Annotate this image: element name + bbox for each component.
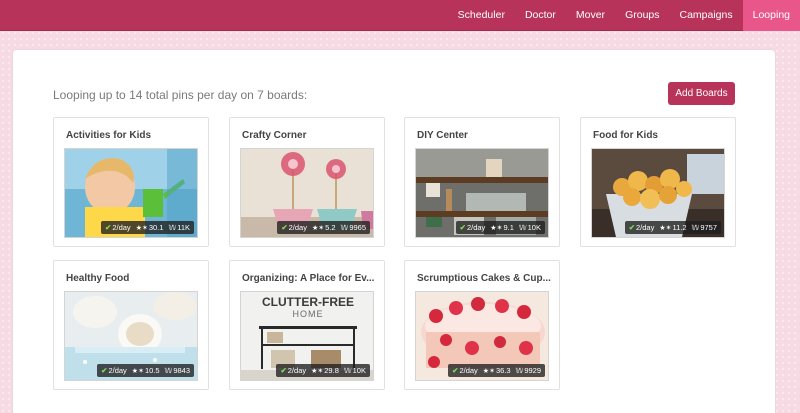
check-icon: ✔	[281, 223, 288, 232]
board-card-organizing[interactable]: Organizing: A Place for Ev... CLUTTER-FR…	[229, 260, 385, 390]
looping-panel: Looping up to 14 total pins per day on 7…	[13, 50, 775, 413]
board-thumbnail: ✔2/day ★✶5.2 𝕎9965	[240, 148, 374, 238]
image-subtitle-text: HOME	[293, 309, 324, 319]
follower-stat: 9757	[700, 222, 717, 232]
looping-summary: Looping up to 14 total pins per day on 7…	[53, 88, 308, 102]
board-thumbnail: CLUTTER-FREE HOME ✔2/day ★✶29.8 𝕎10K	[240, 291, 374, 381]
followers-icon: 𝕎	[340, 224, 349, 232]
pin-rate: 2/day	[112, 223, 131, 232]
followers-icon: 𝕎	[518, 224, 527, 232]
board-thumbnail: ✔2/day ★✶30.1 𝕎11K	[64, 148, 198, 238]
check-icon: ✔	[459, 223, 466, 232]
repin-icon: ★✶	[490, 224, 503, 232]
check-icon: ✔	[452, 366, 459, 375]
repin-stat: 30.1	[148, 222, 164, 232]
followers-icon: 𝕎	[164, 367, 173, 375]
nav-doctor[interactable]: Doctor	[515, 0, 566, 31]
nav-menu: Scheduler Doctor Mover Groups Campaigns …	[448, 0, 800, 31]
repin-stat: 9.1	[503, 222, 514, 232]
top-nav: Scheduler Doctor Mover Groups Campaigns …	[0, 0, 800, 31]
followers-icon: 𝕎	[691, 224, 700, 232]
repin-icon: ★✶	[659, 224, 672, 232]
board-thumbnail: ✔2/day ★✶9.1 𝕎10K	[415, 148, 549, 238]
board-card-activities-for-kids[interactable]: Activities for Kids ✔2/day ★✶30.1 𝕎11K	[53, 117, 209, 247]
board-title: Healthy Food	[66, 273, 130, 284]
board-thumbnail: ✔2/day ★✶36.3 𝕎9929	[415, 291, 549, 381]
follower-stat: 10K	[527, 222, 541, 232]
board-stats: ✔2/day ★✶36.3 𝕎9929	[448, 364, 545, 377]
board-card-healthy-food[interactable]: Healthy Food ✔2/day ★✶10.5 𝕎9843	[53, 260, 209, 390]
board-stats: ✔2/day ★✶30.1 𝕎11K	[101, 221, 194, 234]
pin-rate: 2/day	[459, 366, 478, 375]
follower-stat: 11K	[177, 222, 190, 232]
board-stats: ✔2/day ★✶29.8 𝕎10K	[276, 364, 370, 377]
check-icon: ✔	[101, 366, 108, 375]
board-stats: ✔2/day ★✶10.5 𝕎9843	[97, 364, 194, 377]
add-boards-button[interactable]: Add Boards	[668, 82, 735, 105]
board-card-crafty-corner[interactable]: Crafty Corner ✔2/day ★✶5.2 𝕎9965	[229, 117, 385, 247]
repin-icon: ★✶	[135, 224, 148, 232]
follower-stat: 9965	[349, 222, 366, 232]
board-card-scrumptious-cakes[interactable]: Scrumptious Cakes & Cup... ✔2/day ★✶36.3…	[404, 260, 560, 390]
repin-stat: 10.5	[144, 365, 160, 375]
followers-icon: 𝕎	[168, 224, 177, 232]
board-card-food-for-kids[interactable]: Food for Kids ✔2/day ★✶11.2 𝕎9757	[580, 117, 736, 247]
pin-rate: 2/day	[288, 223, 307, 232]
repin-stat: 36.3	[495, 365, 511, 375]
repin-icon: ★✶	[482, 367, 495, 375]
follower-stat: 10K	[352, 365, 366, 375]
board-stats: ✔2/day ★✶11.2 𝕎9757	[624, 221, 721, 234]
nav-groups[interactable]: Groups	[615, 0, 669, 31]
board-title: Scrumptious Cakes & Cup...	[417, 273, 551, 284]
image-title-text: CLUTTER-FREE	[262, 295, 354, 309]
board-title: Activities for Kids	[66, 130, 152, 141]
follower-stat: 9843	[173, 365, 190, 375]
board-title: DIY Center	[417, 130, 468, 141]
board-title: Food for Kids	[593, 130, 658, 141]
pin-rate: 2/day	[636, 223, 655, 232]
board-title: Crafty Corner	[242, 130, 307, 141]
repin-icon: ★✶	[131, 367, 144, 375]
followers-icon: 𝕎	[343, 367, 352, 375]
board-thumbnail: ✔2/day ★✶10.5 𝕎9843	[64, 291, 198, 381]
board-thumbnail: ✔2/day ★✶11.2 𝕎9757	[591, 148, 725, 238]
check-icon: ✔	[105, 223, 112, 232]
repin-icon: ★✶	[311, 224, 325, 232]
nav-campaigns[interactable]: Campaigns	[670, 0, 743, 31]
board-title: Organizing: A Place for Ev...	[242, 273, 375, 284]
board-stats: ✔2/day ★✶5.2 𝕎9965	[277, 221, 370, 234]
board-card-diy-center[interactable]: DIY Center ✔2/day ★✶9.1 𝕎10K	[404, 117, 560, 247]
nav-scheduler[interactable]: Scheduler	[448, 0, 515, 31]
repin-stat: 11.2	[672, 222, 687, 232]
board-stats: ✔2/day ★✶9.1 𝕎10K	[455, 221, 545, 234]
check-icon: ✔	[628, 223, 635, 232]
repin-stat: 29.8	[324, 365, 339, 375]
followers-icon: 𝕎	[515, 367, 524, 375]
nav-mover[interactable]: Mover	[566, 0, 615, 31]
repin-icon: ★✶	[311, 367, 324, 375]
repin-stat: 5.2	[325, 222, 336, 232]
pin-rate: 2/day	[108, 366, 127, 375]
pin-rate: 2/day	[287, 366, 307, 375]
check-icon: ✔	[280, 366, 287, 375]
pin-rate: 2/day	[466, 223, 486, 232]
follower-stat: 9929	[524, 365, 541, 375]
nav-looping[interactable]: Looping	[742, 0, 800, 31]
